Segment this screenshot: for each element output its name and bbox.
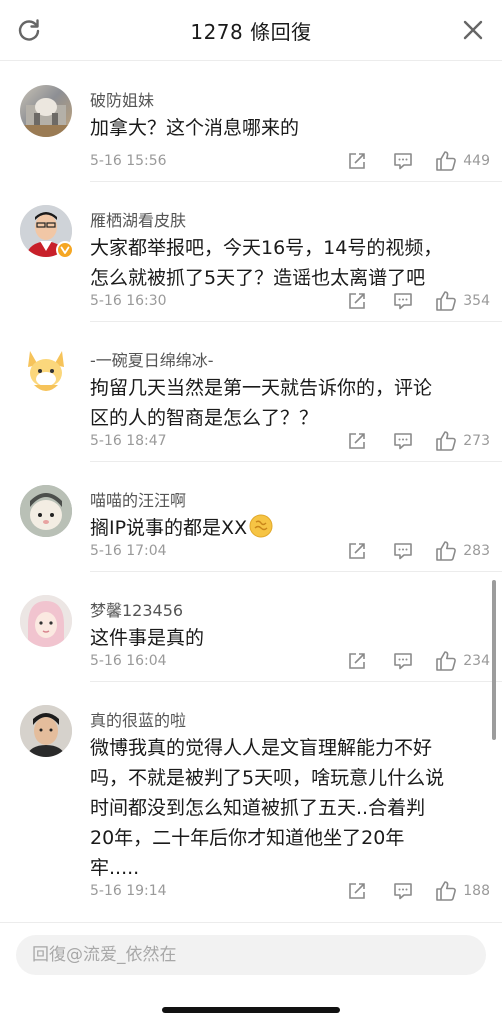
dizzy-face-emoji xyxy=(249,514,273,538)
share-icon xyxy=(349,543,366,559)
comment-icon xyxy=(394,653,413,670)
comment-time: 5-16 16:30 xyxy=(90,293,167,309)
comment-username[interactable]: 梦馨123456 xyxy=(90,597,183,621)
comment-item: 雁栖湖看皮肤 大家都举报吧，今天16号，14号的视频， 怎么就被抓了5天了？造谣… xyxy=(0,181,502,322)
reply-footer xyxy=(0,922,502,1025)
avatar-image xyxy=(20,595,72,647)
thumbs-up-icon xyxy=(436,151,457,171)
like-count: 234 xyxy=(463,653,490,669)
like-button[interactable]: 234 xyxy=(435,650,490,672)
share-button[interactable] xyxy=(345,651,369,671)
comment-meta: 5-16 17:04 283 xyxy=(90,539,490,563)
home-indicator xyxy=(162,1007,340,1013)
avatar-image xyxy=(20,98,72,137)
comment-meta: 5-16 15:56 449 xyxy=(90,149,490,173)
close-icon xyxy=(463,20,483,40)
comment-username[interactable]: 破防姐妹 xyxy=(90,87,154,111)
avatar[interactable] xyxy=(20,345,72,397)
share-button[interactable] xyxy=(345,291,369,311)
share-icon xyxy=(349,653,366,669)
comment-username[interactable]: 真的很蓝的啦 xyxy=(90,707,186,731)
comment-meta: 5-16 16:04 234 xyxy=(90,649,490,673)
comment-item: 真的很蓝的啦 微博我真的觉得人人是文盲理解能力不好 吗，不就是被判了5天呗，啥玩… xyxy=(0,681,502,911)
reply-button[interactable] xyxy=(391,881,415,901)
like-button[interactable]: 449 xyxy=(435,150,490,172)
avatar[interactable] xyxy=(20,595,72,647)
thumbs-up-icon xyxy=(436,541,457,561)
comment-time: 5-16 18:47 xyxy=(90,433,167,449)
share-icon xyxy=(349,883,366,899)
like-button[interactable]: 283 xyxy=(435,540,490,562)
comment-list[interactable]: 破防姐妹 加拿大？这个消息哪来的 5-16 15:56 449 雁栖湖看皮肤 大… xyxy=(0,61,502,921)
comment-username[interactable]: -一碗夏日绵绵冰- xyxy=(90,347,214,371)
avatar[interactable] xyxy=(20,485,72,537)
like-button[interactable]: 188 xyxy=(435,880,490,902)
like-button[interactable]: 273 xyxy=(435,430,490,452)
share-button[interactable] xyxy=(345,151,369,171)
verified-badge xyxy=(56,241,74,259)
share-button[interactable] xyxy=(345,431,369,451)
thumbs-up-icon xyxy=(436,431,457,451)
comment-meta: 5-16 16:30 354 xyxy=(90,289,490,313)
reply-button[interactable] xyxy=(391,291,415,311)
comment-icon xyxy=(394,433,413,450)
like-count: 188 xyxy=(463,883,490,899)
reply-button[interactable] xyxy=(391,151,415,171)
header-bar: 1278 條回復 xyxy=(0,0,502,61)
comment-time: 5-16 15:56 xyxy=(90,153,167,169)
comment-text: 拘留几天当然是第一天就告诉你的，评论 区的人的智商是怎么了？？ xyxy=(90,377,433,429)
like-button[interactable]: 354 xyxy=(435,290,490,312)
reply-input[interactable] xyxy=(16,935,486,975)
comment-item: 梦馨123456 这件事是真的 5-16 16:04 234 xyxy=(0,571,502,682)
comment-meta: 5-16 18:47 273 xyxy=(90,429,490,453)
page-title: 1278 條回復 xyxy=(190,19,312,44)
comment-meta: 5-16 19:14 188 xyxy=(90,879,490,903)
comment-username[interactable]: 雁栖湖看皮肤 xyxy=(90,207,186,231)
avatar[interactable] xyxy=(20,85,72,137)
share-icon xyxy=(349,293,366,309)
share-icon xyxy=(349,433,366,449)
comment-text: 微博我真的觉得人人是文盲理解能力不好 吗，不就是被判了5天呗，啥玩意儿什么说 时… xyxy=(90,737,445,879)
reply-button[interactable] xyxy=(391,651,415,671)
comment-icon xyxy=(394,293,413,310)
comment-icon xyxy=(394,883,413,900)
like-count: 273 xyxy=(463,433,490,449)
comment-item: 破防姐妹 加拿大？这个消息哪来的 5-16 15:56 449 xyxy=(0,61,502,182)
scrollbar[interactable] xyxy=(492,580,496,740)
comment-text: 大家都举报吧，今天16号，14号的视频， 怎么就被抓了5天了？造谣也太离谱了吧 xyxy=(90,237,443,289)
reply-button[interactable] xyxy=(391,431,415,451)
avatar-image xyxy=(20,485,72,537)
share-button[interactable] xyxy=(345,541,369,561)
comment-text: 加拿大？这个消息哪来的 xyxy=(90,117,300,139)
comment-item: 喵喵的汪汪啊 搁IP说事的都是XX 5-16 17:04 283 xyxy=(0,461,502,572)
refresh-icon xyxy=(18,19,40,41)
share-button[interactable] xyxy=(345,881,369,901)
refresh-button[interactable] xyxy=(12,13,46,47)
like-count: 283 xyxy=(463,543,490,559)
thumbs-up-icon xyxy=(436,651,457,671)
comment-time: 5-16 17:04 xyxy=(90,543,167,559)
comment-icon xyxy=(394,153,413,170)
thumbs-up-icon xyxy=(436,291,457,311)
comment-text-content: 搁IP说事的都是XX xyxy=(90,517,248,539)
avatar-image xyxy=(20,705,72,757)
avatar-image xyxy=(28,351,64,391)
comment-icon xyxy=(394,543,413,560)
comment-item: -一碗夏日绵绵冰- 拘留几天当然是第一天就告诉你的，评论 区的人的智商是怎么了？… xyxy=(0,321,502,462)
avatar[interactable] xyxy=(20,705,72,757)
comment-username[interactable]: 喵喵的汪汪啊 xyxy=(90,487,186,511)
comment-time: 5-16 16:04 xyxy=(90,653,167,669)
thumbs-up-icon xyxy=(436,881,457,901)
comment-time: 5-16 19:14 xyxy=(90,883,167,899)
like-count: 354 xyxy=(463,293,490,309)
share-icon xyxy=(349,153,366,169)
close-button[interactable] xyxy=(456,13,490,47)
like-count: 449 xyxy=(463,153,490,169)
verified-v-icon xyxy=(60,246,70,254)
reply-button[interactable] xyxy=(391,541,415,561)
